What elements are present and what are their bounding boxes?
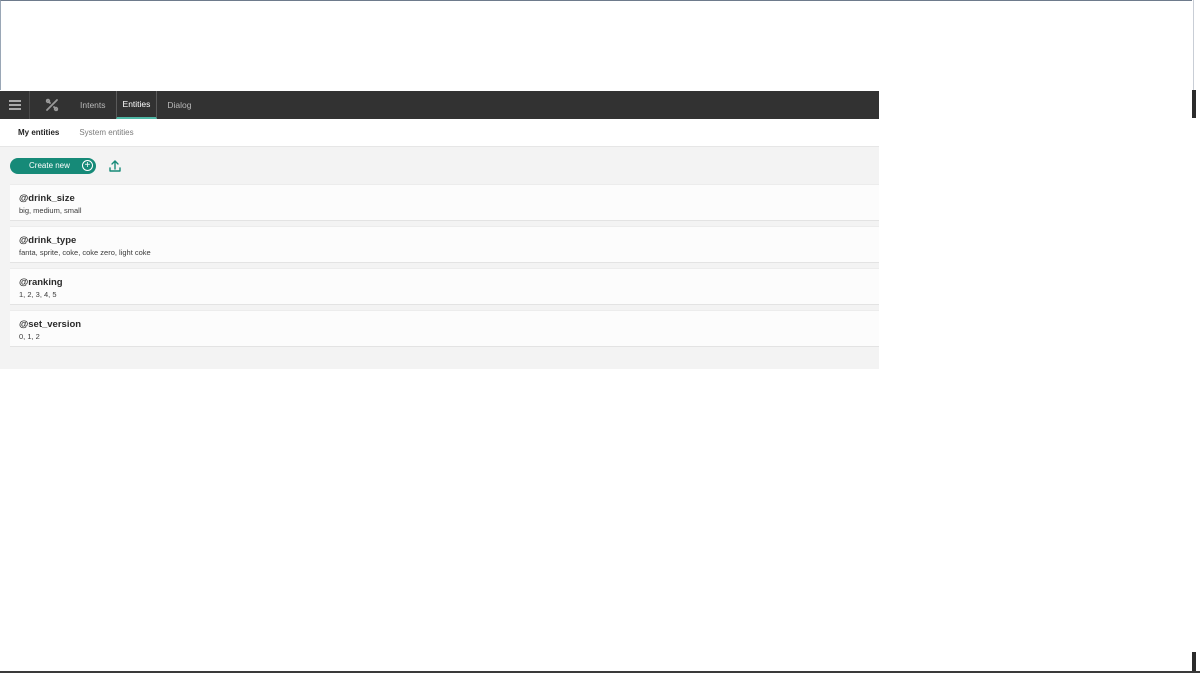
entity-values: 0, 1, 2 — [19, 332, 40, 341]
tools-button[interactable] — [30, 91, 74, 119]
tab-dialog-label: Dialog — [167, 100, 192, 110]
entities-subnav: My entities System entities — [0, 119, 879, 147]
tools-icon — [45, 98, 59, 112]
entity-name: @drink_type — [19, 235, 77, 246]
top-navbar: Intents Entities Dialog — [0, 91, 879, 119]
entity-card-set-version[interactable]: @set_version 0, 1, 2 — [10, 310, 879, 347]
menu-icon — [8, 98, 21, 113]
menu-button[interactable] — [0, 91, 30, 119]
page: Intents Entities Dialog My entities Syst… — [0, 0, 1200, 673]
entity-card-drink-size[interactable]: @drink_size big, medium, small — [10, 184, 879, 221]
upload-icon — [109, 159, 121, 172]
entity-card-ranking[interactable]: @ranking 1, 2, 3, 4, 5 — [10, 268, 879, 305]
tab-entities-label: Entities — [122, 99, 151, 109]
entity-actions-bar: Create new + — [0, 147, 879, 184]
create-new-button[interactable]: Create new + — [10, 157, 96, 174]
entity-list: @drink_size big, medium, small @drink_ty… — [0, 184, 879, 347]
entity-name: @set_version — [19, 319, 82, 330]
subtab-my-entities[interactable]: My entities — [18, 128, 59, 137]
entity-name: @ranking — [19, 277, 63, 288]
tab-dialog[interactable]: Dialog — [161, 91, 197, 119]
tab-entities[interactable]: Entities — [115, 91, 158, 119]
entity-values: big, medium, small — [19, 206, 82, 215]
entity-name: @drink_size — [19, 193, 75, 204]
subtab-system-entities[interactable]: System entities — [79, 128, 133, 137]
plus-circle-icon: + — [81, 160, 93, 171]
entity-values: fanta, sprite, coke, coke zero, light co… — [19, 248, 151, 257]
tab-intents-label: Intents — [80, 100, 106, 110]
browser-top-area — [0, 0, 1194, 90]
window-edge — [1192, 0, 1200, 673]
entity-card-drink-type[interactable]: @drink_type fanta, sprite, coke, coke ze… — [10, 226, 879, 263]
upload-button[interactable] — [108, 159, 122, 173]
entity-values: 1, 2, 3, 4, 5 — [19, 290, 57, 299]
tab-intents[interactable]: Intents — [74, 91, 112, 119]
create-new-label: Create new — [29, 161, 70, 170]
app-container: Intents Entities Dialog My entities Syst… — [0, 91, 879, 369]
